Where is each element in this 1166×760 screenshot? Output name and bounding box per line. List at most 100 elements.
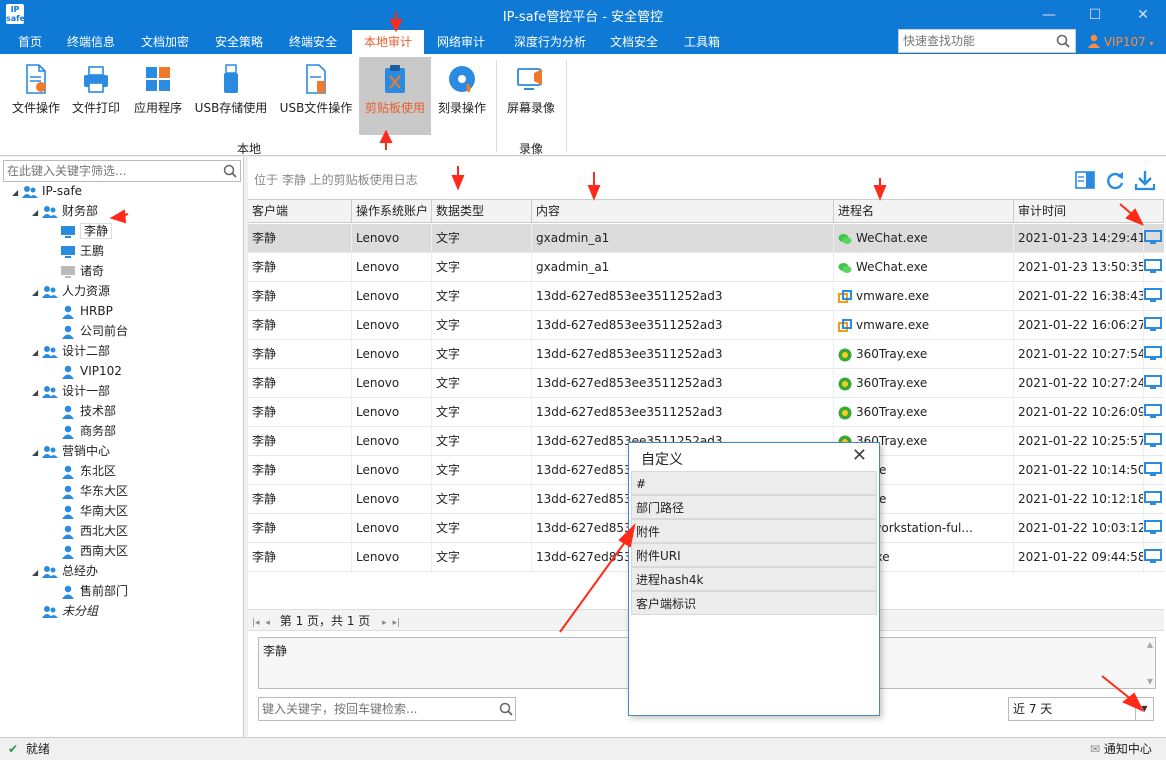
tree-node[interactable]: 售前部门 [50, 581, 128, 601]
menu-item-security-policy[interactable]: 安全策略 [206, 30, 272, 54]
column-header[interactable]: 内容 [532, 200, 834, 223]
monitor-icon[interactable] [1144, 520, 1162, 536]
tree-node[interactable]: 西南大区 [50, 541, 128, 561]
column-header[interactable]: 数据类型 [432, 200, 532, 223]
download-icon[interactable] [1134, 169, 1156, 191]
user-menu[interactable]: VIP107 ▾ [1088, 34, 1154, 49]
minimize-icon[interactable]: — [1034, 4, 1064, 26]
monitor-icon[interactable] [1144, 346, 1162, 362]
column-header[interactable]: 客户端 [248, 200, 352, 223]
ribbon-screen-record-button[interactable]: 屏幕录像 [502, 57, 560, 135]
tree-node[interactable]: ◢ 财务部 [32, 201, 98, 221]
column-header[interactable]: 操作系统账户 [352, 200, 432, 223]
menu-item-home[interactable]: 首页 [8, 30, 52, 54]
menu-item-toolbox[interactable]: 工具箱 [674, 30, 730, 54]
tree-node[interactable]: ◢ 设计二部 [32, 341, 110, 361]
refresh-icon[interactable] [1104, 169, 1126, 191]
table-row[interactable]: 李静 Lenovo 文字 gxadmin_a1 WeChat.exe 2021-01-23… [248, 224, 1164, 253]
ribbon-file-ops-button[interactable]: 文件操作 [8, 57, 64, 135]
tree-node[interactable]: 李静 [50, 221, 113, 241]
chevron-down-icon[interactable]: ▼ [1135, 698, 1153, 720]
monitor-icon[interactable] [1144, 288, 1162, 304]
scroll-down-icon[interactable]: ▼ [1147, 677, 1153, 686]
tree-expand-icon[interactable]: ◢ [32, 283, 42, 303]
tree-node[interactable]: 华南大区 [50, 501, 128, 521]
ribbon-file-print-button[interactable]: 文件打印 [68, 57, 124, 135]
tree-node[interactable]: 公司前台 [50, 321, 128, 341]
tree-node[interactable]: ◢ 人力资源 [32, 281, 110, 301]
menu-item-network-audit[interactable]: 网络审计 [428, 30, 494, 54]
tree-node[interactable]: ◢ 总经办 [32, 561, 98, 581]
column-chooser-icon[interactable] [1074, 169, 1096, 191]
keyword-search-input[interactable] [262, 699, 498, 719]
time-range-select[interactable]: 近 7 天 ▼ [1008, 697, 1154, 721]
monitor-icon[interactable] [1144, 491, 1162, 507]
menu-item-doc-security[interactable]: 文档安全 [602, 30, 666, 54]
monitor-icon[interactable] [1144, 433, 1162, 449]
tree-node[interactable]: VIP102 [50, 361, 122, 381]
search-icon[interactable] [499, 702, 513, 716]
menu-item-doc-encryption[interactable]: 文档加密 [132, 30, 198, 54]
last-page-icon[interactable]: ▸| [392, 618, 400, 628]
ribbon-usb-file-ops-button[interactable]: USB文件操作 [276, 57, 356, 135]
tree-expand-icon[interactable]: ◢ [32, 203, 42, 223]
search-icon[interactable] [223, 164, 237, 178]
column-option[interactable]: 客户端标识 [631, 591, 877, 615]
tree-expand-icon[interactable]: ◢ [12, 183, 22, 203]
monitor-icon[interactable] [1144, 259, 1162, 275]
tree-node[interactable]: ◢ 营销中心 [32, 441, 110, 461]
tree-node[interactable]: 诸奇 [50, 261, 104, 281]
search-icon[interactable] [1056, 34, 1070, 48]
next-page-icon[interactable]: ▸ [382, 618, 387, 628]
notification-center[interactable]: ✉ 通知中心 [1090, 738, 1152, 760]
ribbon-burn-button[interactable]: 刻录操作 [434, 57, 490, 135]
table-row[interactable]: 李静 Lenovo 文字 gxadmin_a1 WeChat.exe 2021-01-23… [248, 253, 1164, 282]
tree-node[interactable]: 王鹏 [50, 241, 104, 261]
quick-search[interactable] [898, 29, 1076, 53]
ribbon-applications-button[interactable]: 应用程序 [130, 57, 186, 135]
quick-search-input[interactable] [903, 31, 1053, 51]
column-header[interactable]: 进程名 [834, 200, 1014, 223]
monitor-icon[interactable] [1144, 317, 1162, 333]
tree-node[interactable]: 商务部 [50, 421, 116, 441]
column-header[interactable]: 审计时间 [1014, 200, 1164, 223]
first-page-icon[interactable]: |◂ [252, 618, 260, 628]
table-row[interactable]: 李静 Lenovo 文字 13dd-627ed853ee3511252ad3 360Tr… [248, 340, 1164, 369]
menu-item-terminal-security[interactable]: 终端安全 [280, 30, 346, 54]
column-option[interactable]: # [631, 471, 877, 495]
monitor-icon[interactable] [1144, 549, 1162, 565]
tree-node[interactable]: HRBP [50, 301, 113, 321]
table-row[interactable]: 李静 Lenovo 文字 13dd-627ed853ee3511252ad3 vmwar… [248, 311, 1164, 340]
table-row[interactable]: 李静 Lenovo 文字 13dd-627ed853ee3511252ad3 360Tr… [248, 398, 1164, 427]
tree-expand-icon[interactable]: ◢ [32, 443, 42, 463]
prev-page-icon[interactable]: ◂ [265, 618, 270, 628]
tree-expand-icon[interactable]: ◢ [32, 343, 42, 363]
ribbon-usb-storage-button[interactable]: USB存储使用 [192, 57, 270, 135]
keyword-search[interactable] [258, 697, 516, 721]
monitor-icon[interactable] [1144, 375, 1162, 391]
tree-node[interactable]: ◢ IP-safe [12, 181, 82, 201]
ribbon-clipboard-button[interactable]: 剪贴板使用 [359, 57, 431, 135]
tree-filter[interactable] [3, 160, 241, 182]
menu-item-local-audit[interactable]: 本地审计 [352, 30, 424, 54]
tree-node[interactable]: 东北区 [50, 461, 116, 481]
maximize-icon[interactable]: ☐ [1080, 4, 1110, 26]
tree-node[interactable]: 华东大区 [50, 481, 128, 501]
tree-node[interactable]: ◢ 设计一部 [32, 381, 110, 401]
menu-item-deep-behavior[interactable]: 深度行为分析 [504, 30, 596, 54]
tree-expand-icon[interactable]: ◢ [32, 383, 42, 403]
close-icon[interactable]: ✕ [1128, 4, 1158, 26]
close-icon[interactable]: ✕ [852, 445, 867, 466]
tree-filter-input[interactable] [7, 162, 217, 180]
tree-node[interactable]: 西北大区 [50, 521, 128, 541]
table-row[interactable]: 李静 Lenovo 文字 13dd-627ed853ee3511252ad3 360Tr… [248, 369, 1164, 398]
column-option[interactable]: 附件 [631, 519, 877, 543]
monitor-icon[interactable] [1144, 462, 1162, 478]
column-option[interactable]: 部门路径 [631, 495, 877, 519]
scroll-up-icon[interactable]: ▲ [1147, 640, 1153, 649]
menu-item-terminal-info[interactable]: 终端信息 [58, 30, 124, 54]
monitor-icon[interactable] [1144, 230, 1162, 246]
tree-node[interactable]: 未分组 [32, 601, 98, 621]
column-option[interactable]: 进程hash4k [631, 567, 877, 591]
monitor-icon[interactable] [1144, 404, 1162, 420]
